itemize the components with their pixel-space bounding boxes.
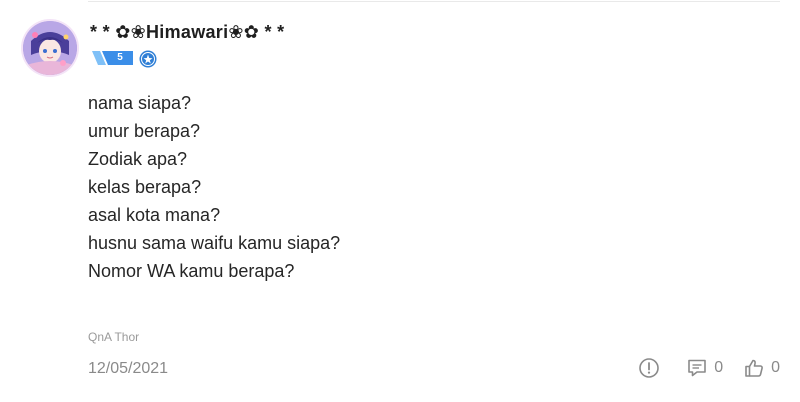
post-content: nama siapa? umur berapa? Zodiak apa? kel… (88, 89, 340, 285)
divider (88, 1, 780, 2)
author-name[interactable]: * * ✿❀Himawari❀✿ * * (90, 22, 284, 43)
post-line: asal kota mana? (88, 205, 221, 225)
comment-icon (688, 359, 706, 377)
post-line: kelas berapa? (88, 177, 202, 197)
post-line: husnu sama waifu kamu siapa? (88, 233, 341, 253)
verified-role-icon (139, 50, 157, 68)
post-line: Nomor WA kamu berapa? (88, 261, 295, 281)
post-line: Zodiak apa? (88, 149, 188, 169)
post-date: 12/05/2021 (88, 360, 169, 377)
post-line: umur berapa? (88, 121, 201, 141)
thumbs-up-icon (745, 359, 763, 377)
post-actions: 0 0 (638, 356, 780, 380)
anime-avatar-icon[interactable] (23, 21, 77, 75)
source-tag[interactable]: QnA Thor (88, 330, 139, 344)
report-icon (639, 358, 659, 378)
comment-count: 0 (714, 359, 724, 376)
like-button[interactable]: 0 (743, 357, 780, 379)
post-line: nama siapa? (88, 93, 192, 113)
like-count: 0 (771, 359, 780, 376)
level-number: 5 (117, 52, 123, 63)
level-badge: 5 (92, 51, 133, 65)
report-button[interactable] (638, 357, 660, 379)
comment-button[interactable]: 0 (686, 357, 723, 379)
post-card: * * ✿❀Himawari❀✿ * * 5 nama siapa? umur … (0, 0, 800, 402)
